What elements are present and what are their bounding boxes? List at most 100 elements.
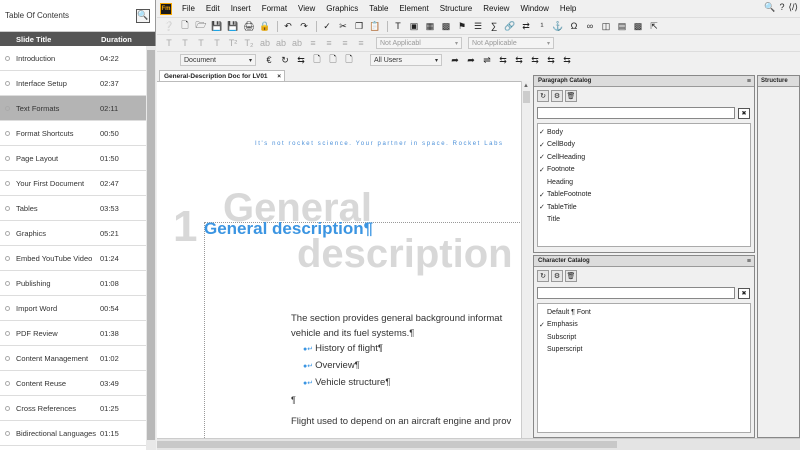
- list-icon[interactable]: ☰: [471, 20, 485, 33]
- toc-row[interactable]: Import Word 00:54: [0, 296, 146, 321]
- comment-icon[interactable]: ⇆: [528, 54, 542, 67]
- menu-file[interactable]: File: [182, 4, 195, 13]
- catalog-item[interactable]: ✓ TableTitle: [538, 201, 750, 214]
- lowercase-icon[interactable]: ab: [290, 37, 304, 50]
- toc-row[interactable]: Your First Document 02:47: [0, 171, 146, 196]
- search-icon[interactable]: 🔍: [764, 2, 775, 13]
- table-icon[interactable]: ▦: [423, 20, 437, 33]
- align-left-icon[interactable]: ≡: [306, 37, 320, 50]
- toc-row[interactable]: Publishing 01:08: [0, 271, 146, 296]
- scroll-up-icon[interactable]: ▲: [523, 83, 529, 89]
- catalog-item[interactable]: ✓ Footnote: [538, 164, 750, 177]
- undo-icon[interactable]: ↶: [281, 20, 295, 33]
- menu-view[interactable]: View: [298, 4, 315, 13]
- new-doc-icon[interactable]: 🗋: [178, 20, 192, 33]
- scroll-thumb[interactable]: [523, 91, 530, 103]
- chapter-heading[interactable]: General description¶: [204, 219, 373, 239]
- toc-row[interactable]: Content Reuse 03:49: [0, 371, 146, 396]
- variable-icon[interactable]: ∑: [487, 20, 501, 33]
- toc-row[interactable]: Cross References 01:25: [0, 396, 146, 421]
- menu-graphics[interactable]: Graphics: [326, 4, 358, 13]
- small-caps-icon[interactable]: ab: [258, 37, 272, 50]
- text-underline-icon[interactable]: T: [194, 37, 208, 50]
- tab-document[interactable]: General-Description Doc for LV01 ×: [159, 70, 285, 81]
- help-circle-icon[interactable]: ❔: [162, 20, 176, 33]
- toc-scroll-thumb[interactable]: [147, 50, 155, 440]
- text-bold-icon[interactable]: T: [162, 37, 176, 50]
- paste-icon[interactable]: 📋: [368, 20, 382, 33]
- justify-icon[interactable]: ≡: [354, 37, 368, 50]
- toc-row[interactable]: Page Layout 01:50: [0, 146, 146, 171]
- document-horizontal-scrollbar[interactable]: [157, 438, 800, 450]
- euro-icon[interactable]: €: [262, 54, 276, 67]
- catalog-item[interactable]: Default ¶ Font: [538, 306, 750, 319]
- text-italic-icon[interactable]: T: [178, 37, 192, 50]
- menu-insert[interactable]: Insert: [231, 4, 251, 13]
- graphic-icon[interactable]: ▣: [407, 20, 421, 33]
- document-icon[interactable]: 🗋: [310, 54, 324, 67]
- refresh-icon[interactable]: ↻: [537, 90, 549, 102]
- menu-help[interactable]: Help: [560, 4, 576, 13]
- catalog-item[interactable]: ✓ TableFootnote: [538, 189, 750, 202]
- lock-icon[interactable]: 🔒: [258, 20, 272, 33]
- toc-row[interactable]: Text Formats 02:11: [0, 96, 146, 121]
- code-view-icon[interactable]: ⟨/⟩: [788, 2, 798, 13]
- clear-icon[interactable]: ✖: [738, 107, 750, 119]
- toc-row[interactable]: Embed YouTube Video 01:24: [0, 246, 146, 271]
- document-icon[interactable]: 🗋: [342, 54, 356, 67]
- print-icon[interactable]: 🖨: [242, 20, 256, 33]
- anchor-icon[interactable]: ⚓: [551, 20, 565, 33]
- toc-row[interactable]: PDF Review 01:38: [0, 321, 146, 346]
- save-icon[interactable]: 💾: [210, 20, 224, 33]
- layout-icon[interactable]: ◫: [599, 20, 613, 33]
- delete-icon[interactable]: 🗑: [565, 270, 577, 282]
- marker-icon[interactable]: ⚑: [455, 20, 469, 33]
- menu-edit[interactable]: Edit: [206, 4, 220, 13]
- xref-icon[interactable]: ⇄: [519, 20, 533, 33]
- delete-icon[interactable]: 🗑: [565, 90, 577, 102]
- toc-scrollbar[interactable]: [146, 46, 156, 450]
- help-icon[interactable]: ?: [779, 2, 784, 13]
- align-right-icon[interactable]: ≡: [338, 37, 352, 50]
- cut-icon[interactable]: ✂: [336, 20, 350, 33]
- subscript-icon[interactable]: T₂: [242, 37, 256, 50]
- reject-change-icon[interactable]: ➦: [464, 54, 478, 67]
- settings-icon[interactable]: ⚙: [551, 270, 563, 282]
- document-vertical-scrollbar[interactable]: ▲: [521, 81, 531, 438]
- text-frame-icon[interactable]: T: [391, 20, 405, 33]
- map-icon[interactable]: ▩: [631, 20, 645, 33]
- menu-element[interactable]: Element: [399, 4, 428, 13]
- previous-change-icon[interactable]: ⇆: [544, 54, 558, 67]
- clear-icon[interactable]: ✖: [738, 287, 750, 299]
- empty-paragraph[interactable]: ¶: [291, 395, 296, 405]
- menu-table[interactable]: Table: [369, 4, 388, 13]
- document-canvas[interactable]: It's not rocket science. Your partner in…: [157, 81, 521, 438]
- redo-icon[interactable]: ↷: [297, 20, 311, 33]
- catalog-item[interactable]: ✓ Body: [538, 126, 750, 139]
- catalog-item[interactable]: Subscript: [538, 331, 750, 344]
- image-icon[interactable]: ▩: [439, 20, 453, 33]
- toc-row[interactable]: Format Shortcuts 00:50: [0, 121, 146, 146]
- menu-structure[interactable]: Structure: [440, 4, 472, 13]
- bullet-item[interactable]: ●↵ Vehicle structure¶: [303, 377, 390, 388]
- search-input[interactable]: [537, 107, 735, 119]
- menu-window[interactable]: Window: [520, 4, 548, 13]
- superscript-icon[interactable]: T²: [226, 37, 240, 50]
- catalog-item[interactable]: ✓ Emphasis: [538, 319, 750, 332]
- caps-icon[interactable]: ab: [274, 37, 288, 50]
- next-change-icon[interactable]: ⇆: [560, 54, 574, 67]
- catalog-item[interactable]: ✓ CellBody: [538, 139, 750, 152]
- symbol-icon[interactable]: Ω: [567, 20, 581, 33]
- save-all-icon[interactable]: 💾: [226, 20, 240, 33]
- refresh-icon[interactable]: ↻: [278, 54, 292, 67]
- accept-change-icon[interactable]: ➦: [448, 54, 462, 67]
- toc-row[interactable]: Interface Setup 02:37: [0, 71, 146, 96]
- link-icon[interactable]: 🔗: [503, 20, 517, 33]
- paragraph-format-dropdown[interactable]: Not Applicabl ▾: [376, 37, 462, 49]
- panel-menu-icon[interactable]: ≡: [747, 78, 751, 85]
- settings-icon[interactable]: ⚙: [551, 90, 563, 102]
- toc-row[interactable]: Bidirectional Languages 01:15: [0, 421, 146, 446]
- toc-row[interactable]: Content Management 01:02: [0, 346, 146, 371]
- close-icon[interactable]: ×: [277, 73, 281, 80]
- body-paragraph[interactable]: The section provides general background …: [291, 311, 521, 341]
